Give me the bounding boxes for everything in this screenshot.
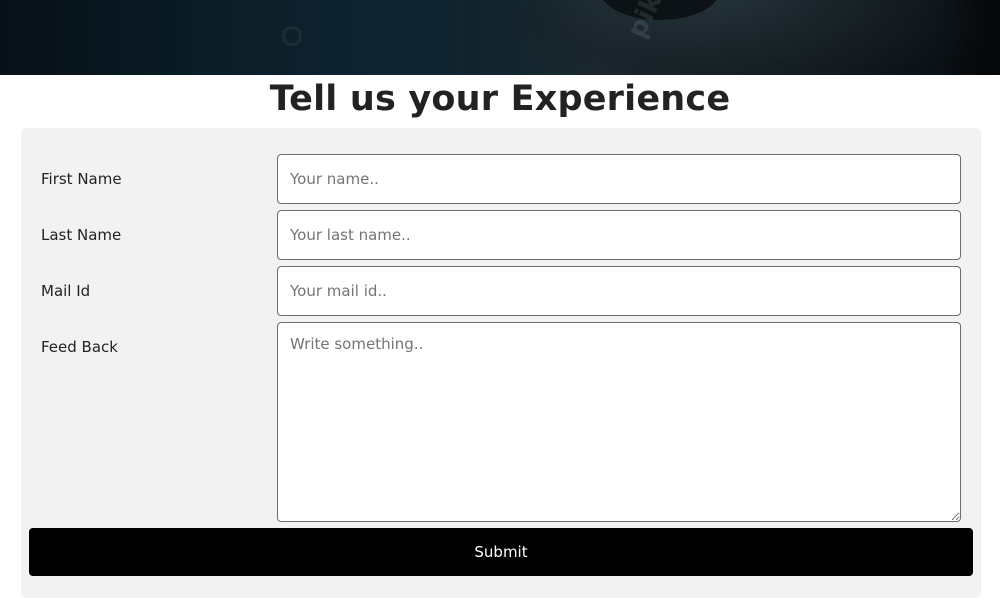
hero-edge-shade: [940, 0, 1000, 75]
mail-id-input[interactable]: [277, 266, 961, 316]
feedback-textarea[interactable]: [277, 322, 961, 522]
page-title: Tell us your Experience: [269, 79, 731, 119]
hero-shade: [520, 0, 1000, 75]
submit-button[interactable]: Submit: [29, 528, 973, 576]
mail-id-label: Mail Id: [41, 282, 91, 300]
first-name-input[interactable]: [277, 154, 961, 204]
feedback-label: Feed Back: [41, 338, 118, 356]
hero-banner-image: pik: [0, 0, 1000, 75]
hero-ring-decoration: [282, 26, 302, 46]
last-name-input[interactable]: [277, 210, 961, 260]
last-name-label: Last Name: [41, 226, 122, 244]
first-name-label: First Name: [41, 170, 122, 188]
